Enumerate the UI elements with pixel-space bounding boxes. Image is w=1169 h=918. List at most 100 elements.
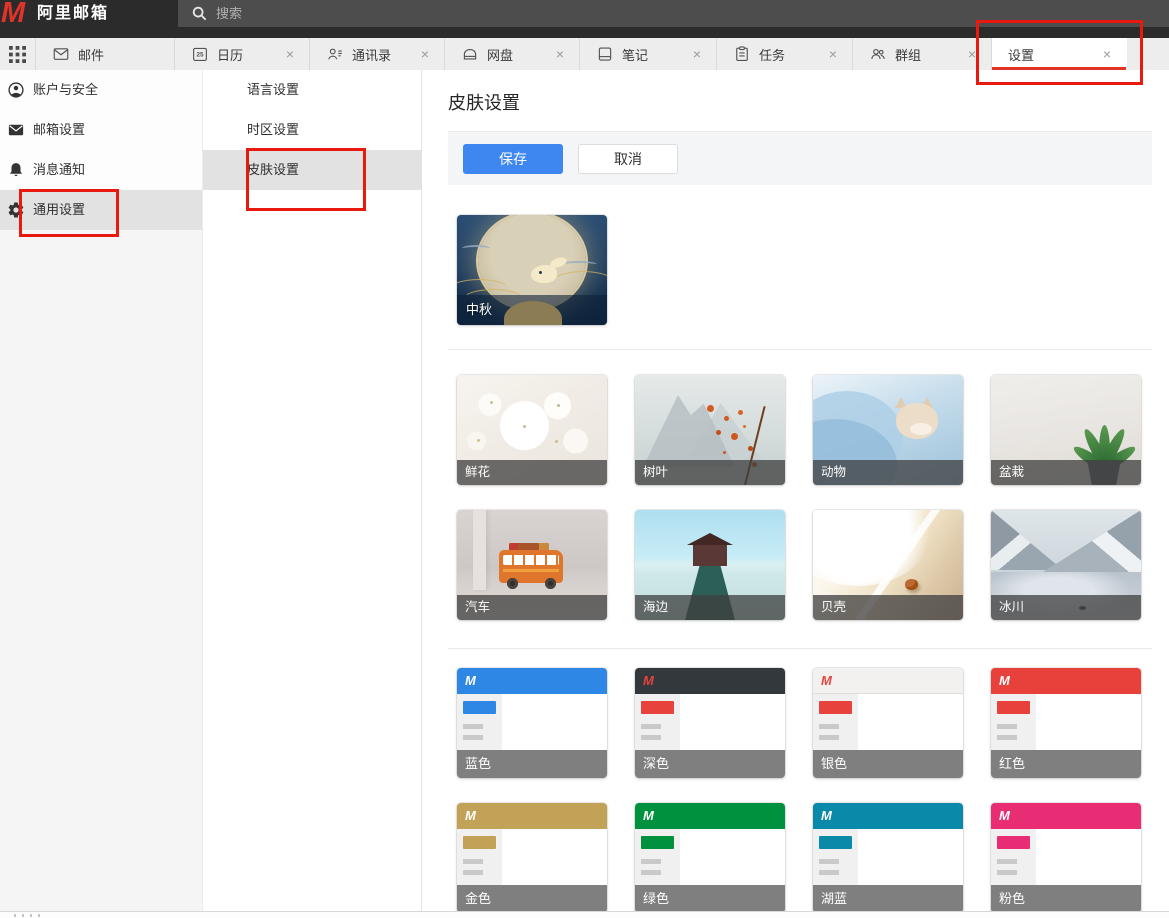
skin-color-pink[interactable]: M 粉色: [991, 803, 1141, 913]
tab-label: 设置: [1008, 45, 1034, 64]
skin-color-green[interactable]: M 绿色: [635, 803, 785, 913]
skin-color-gold[interactable]: M 金色: [457, 803, 607, 913]
skin-midautumn[interactable]: 中秋: [457, 215, 607, 325]
skin-leaf[interactable]: 树叶: [635, 375, 785, 485]
skin-color-silver[interactable]: M 银色: [813, 668, 963, 778]
mini-m-logo: M: [821, 672, 832, 690]
skin-flower[interactable]: 鲜花: [457, 375, 607, 485]
skin-name: 粉色: [991, 885, 1141, 913]
skin-settings-panel: 皮肤设置 保存 取消 中秋 鲜花: [422, 70, 1169, 918]
mini-m-logo: M: [821, 807, 832, 825]
page-title: 皮肤设置: [448, 89, 520, 115]
skin-color-red[interactable]: M 红色: [991, 668, 1141, 778]
skin-name: 盆栽: [991, 460, 1141, 485]
skin-color-dark[interactable]: M 深色: [635, 668, 785, 778]
mini-topbar: M: [813, 803, 963, 829]
mini-m-logo: M: [999, 672, 1010, 690]
skin-glacier[interactable]: 冰川: [991, 510, 1141, 620]
skin-name: 汽车: [457, 595, 607, 620]
sidebar-item-label: 邮箱设置: [33, 122, 85, 137]
close-tab-icon[interactable]: ×: [418, 46, 432, 62]
mini-body: [635, 694, 785, 750]
skin-color-teal[interactable]: M 湖蓝: [813, 803, 963, 913]
sidebar-item-notifications[interactable]: 消息通知: [0, 150, 202, 190]
tab-groups[interactable]: 群组 ×: [853, 38, 992, 70]
subnav-item-timezone[interactable]: 时区设置: [203, 110, 421, 150]
skin-group-colors-row1: M 蓝色 M 深色 M: [457, 668, 1141, 778]
mini-body: [813, 694, 963, 750]
tab-notes[interactable]: 笔记 ×: [580, 38, 717, 70]
mini-body: [991, 694, 1141, 750]
skin-name: 海边: [635, 595, 785, 620]
gear-icon: [7, 201, 25, 219]
tab-label: 日历: [217, 45, 243, 64]
app-grid-button[interactable]: [0, 38, 36, 70]
tab-label: 邮件: [78, 45, 104, 64]
skin-name: 蓝色: [457, 750, 607, 778]
note-icon: [596, 45, 614, 63]
skin-name: 绿色: [635, 885, 785, 913]
mini-body: [635, 829, 785, 885]
sidebar-item-label: 消息通知: [33, 162, 85, 177]
close-tab-icon[interactable]: ×: [553, 46, 567, 62]
skin-plant[interactable]: 盆栽: [991, 375, 1141, 485]
subnav-item-label: 时区设置: [247, 122, 299, 137]
sidebar-item-label: 通用设置: [33, 202, 85, 217]
skin-name: 动物: [813, 460, 963, 485]
drive-icon: [461, 45, 479, 63]
search-input[interactable]: [214, 0, 1161, 27]
skin-name: 银色: [813, 750, 963, 778]
mini-topbar: M: [813, 668, 963, 694]
subnav-item-label: 语言设置: [247, 82, 299, 97]
calendar-icon: 25: [191, 45, 209, 63]
app-window: M 阿里邮箱 邮件: [0, 0, 1169, 918]
mail-icon: [7, 121, 25, 139]
svg-text:25: 25: [196, 52, 204, 59]
search-bar[interactable]: [178, 0, 1169, 27]
close-tab-icon[interactable]: ×: [690, 46, 704, 62]
tab-settings[interactable]: 设置 ×: [992, 38, 1127, 70]
module-tab-bar: 邮件 25 日历 × 通讯录 × 网盘 ×: [0, 38, 1169, 70]
mini-topbar: M: [457, 668, 607, 694]
subnav-item-skin[interactable]: 皮肤设置: [203, 150, 421, 190]
skin-car[interactable]: 汽车: [457, 510, 607, 620]
window-bottom-edge: [0, 911, 1169, 918]
contacts-icon: [326, 45, 344, 63]
mini-topbar: M: [457, 803, 607, 829]
top-header: M 阿里邮箱: [0, 0, 1169, 38]
tab-mail[interactable]: 邮件: [36, 38, 175, 70]
skin-name: 深色: [635, 750, 785, 778]
subnav-item-language[interactable]: 语言设置: [203, 70, 421, 110]
mini-topbar: M: [991, 803, 1141, 829]
task-clipboard-icon: [733, 45, 751, 63]
sidebar-item-mail-settings[interactable]: 邮箱设置: [0, 110, 202, 150]
skin-animal[interactable]: 动物: [813, 375, 963, 485]
close-tab-icon[interactable]: ×: [283, 46, 297, 62]
close-tab-icon[interactable]: ×: [1100, 46, 1114, 62]
general-settings-subnav: 语言设置 时区设置 皮肤设置: [202, 70, 422, 911]
tab-contacts[interactable]: 通讯录 ×: [310, 38, 445, 70]
save-button[interactable]: 保存: [463, 144, 563, 174]
sidebar-item-label: 账户与安全: [33, 82, 98, 97]
mini-m-logo: M: [999, 807, 1010, 825]
bell-icon: [7, 161, 25, 179]
clipped-bottom-text: [14, 914, 42, 917]
skin-color-blue[interactable]: M 蓝色: [457, 668, 607, 778]
skin-shell[interactable]: 贝壳: [813, 510, 963, 620]
skin-name: 湖蓝: [813, 885, 963, 913]
sidebar-item-account-security[interactable]: 账户与安全: [0, 70, 202, 110]
skin-name: 中秋: [466, 299, 492, 318]
grid-icon: [9, 46, 26, 63]
close-tab-icon[interactable]: ×: [826, 46, 840, 62]
tab-netdisk[interactable]: 网盘 ×: [445, 38, 580, 70]
skin-seaside[interactable]: 海边: [635, 510, 785, 620]
cancel-button[interactable]: 取消: [578, 144, 678, 174]
group-icon: [869, 45, 887, 63]
sidebar-item-general-settings[interactable]: 通用设置: [0, 190, 202, 230]
skin-group-festival: 中秋: [457, 215, 607, 325]
tab-tasks[interactable]: 任务 ×: [717, 38, 853, 70]
close-tab-icon[interactable]: ×: [965, 46, 979, 62]
tab-calendar[interactable]: 25 日历 ×: [175, 38, 310, 70]
subnav-item-label: 皮肤设置: [247, 162, 299, 177]
skin-group-colors-row2: M 金色 M 绿色 M: [457, 803, 1141, 913]
